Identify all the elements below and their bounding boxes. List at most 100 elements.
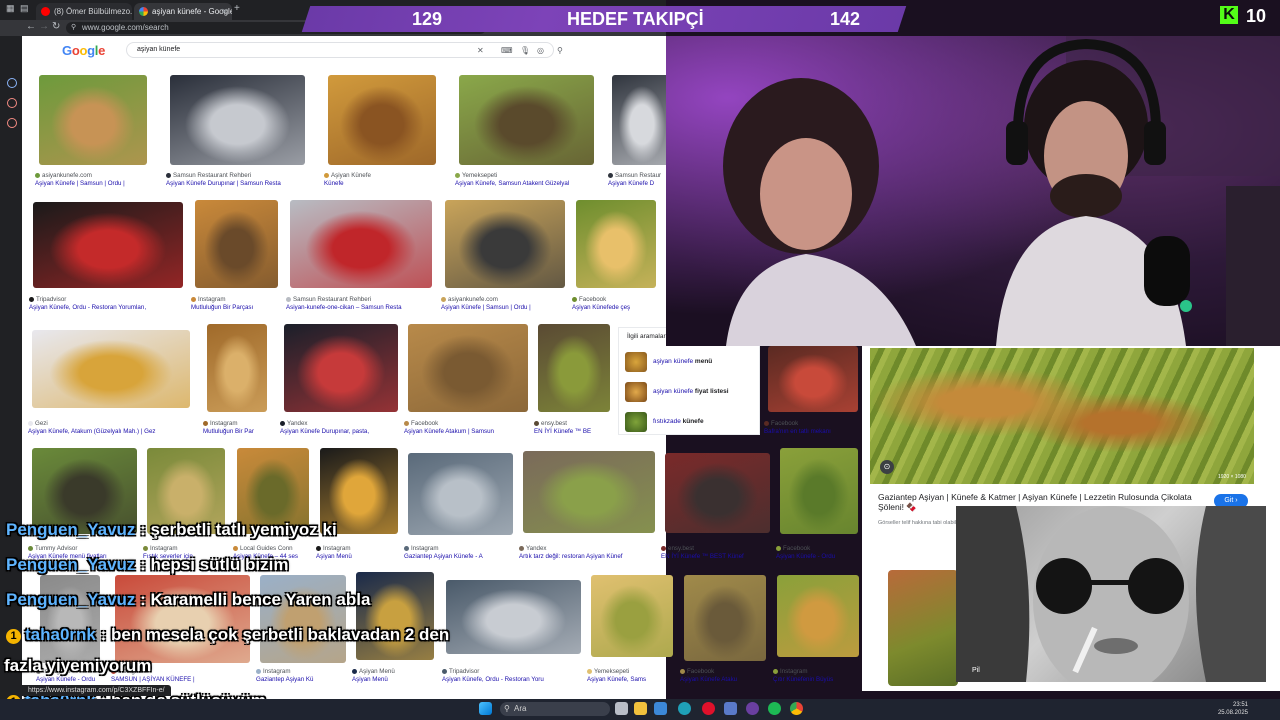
- image-result-caption[interactable]: Aşiyan Künefe Künefe: [324, 172, 444, 188]
- image-result-caption[interactable]: Instagram Çıtır Künefenin Büyüs: [773, 668, 867, 684]
- image-result-caption[interactable]: Facebook Aşiyan Künefe - Ordu: [776, 545, 866, 561]
- obs-icon[interactable]: [746, 702, 759, 715]
- image-result-thumbnail[interactable]: [207, 324, 267, 412]
- preview-related-image[interactable]: [888, 570, 958, 686]
- source-favicon-icon: [280, 420, 285, 426]
- task-view-icon[interactable]: [615, 702, 628, 715]
- start-icon[interactable]: [479, 702, 492, 715]
- image-result-thumbnail[interactable]: [328, 75, 436, 165]
- image-result-thumbnail[interactable]: [523, 451, 655, 533]
- sidebar-icon-3[interactable]: [7, 118, 17, 128]
- search-input[interactable]: aşiyan künefe ✕ ⌨ 🎙 ◎ ⚲: [126, 42, 563, 58]
- site-info-icon[interactable]: ⚲: [71, 22, 76, 34]
- spotify-icon[interactable]: [768, 702, 781, 715]
- tab-list-icon[interactable]: ▤: [20, 3, 29, 14]
- image-result-caption[interactable]: Samsun Restaurant Rehberi Aşiyan Künefe D…: [166, 172, 313, 188]
- edge-icon[interactable]: [678, 702, 691, 715]
- image-result-caption[interactable]: asiyankunefe.com Aşiyan Künefe | Samsun |…: [441, 296, 573, 312]
- image-result-thumbnail[interactable]: [408, 324, 528, 412]
- image-result-caption[interactable]: Instagram Gaziantep Aşiyan Künefe - A: [404, 545, 521, 561]
- store-icon[interactable]: [654, 702, 667, 715]
- microphone-icon[interactable]: 🎙: [520, 44, 530, 58]
- file-explorer-icon[interactable]: [634, 702, 647, 715]
- new-tab-icon[interactable]: +: [234, 3, 240, 14]
- related-item-price-list[interactable]: aşiyan künefe fiyat listesi: [625, 382, 755, 404]
- result-title: Aşiyan Künefe, Samsun Atakent Güzelyal: [455, 180, 570, 187]
- image-result-caption[interactable]: Gezi Aşiyan Künefe, Atakum (Güzelyalı Mah…: [28, 420, 198, 436]
- image-result-thumbnail[interactable]: [33, 202, 183, 288]
- image-result-caption[interactable]: Facebook Bafra'nın en tatlı mekanı: [764, 420, 866, 436]
- preview-image[interactable]: [870, 348, 1254, 484]
- image-result-caption[interactable]: Facebook Aşiyan Künefe Ataku: [680, 668, 774, 684]
- related-thumb: [625, 352, 647, 372]
- image-result-thumbnail[interactable]: [459, 75, 594, 165]
- lens-icon[interactable]: ⊙: [880, 460, 894, 474]
- image-result-caption[interactable]: Facebook Aşiyan Künefe Atakum | Samsun: [404, 420, 536, 436]
- image-result-thumbnail[interactable]: [445, 200, 565, 288]
- image-result-caption[interactable]: ensy.best EN İYİ Künefe ™ BE: [534, 420, 618, 436]
- result-source: Facebook: [764, 420, 866, 428]
- image-result-caption[interactable]: Facebook Aşiyan Künefede çeş: [572, 296, 664, 312]
- image-result-thumbnail[interactable]: [777, 575, 859, 657]
- system-clock[interactable]: 23:51 25.08.2025: [1218, 701, 1248, 717]
- image-result-thumbnail[interactable]: [538, 324, 610, 412]
- image-result-caption[interactable]: Aşiyan Menü Aşiyan Menü: [352, 668, 442, 684]
- image-result-thumbnail[interactable]: [284, 324, 398, 412]
- image-result-caption[interactable]: Yandex Aşiyan Künefe Durupınar, pasta,: [280, 420, 406, 436]
- keyboard-icon[interactable]: ⌨: [501, 44, 513, 58]
- image-result-caption[interactable]: Tripadvisor Aşiyan Künefe, Ordu - Restora…: [29, 296, 191, 312]
- image-result-caption[interactable]: Instagram Gaziantep Aşiyan Kü: [256, 668, 354, 684]
- related-item-menu[interactable]: aşiyan künefe menü: [625, 352, 755, 374]
- image-result-caption[interactable]: Instagram Aşiyan Menü: [316, 545, 406, 561]
- image-result-thumbnail[interactable]: [408, 453, 513, 535]
- image-result-thumbnail[interactable]: [780, 448, 858, 534]
- webcam-feed: [666, 36, 1280, 346]
- source-favicon-icon: [608, 172, 613, 178]
- camera-lens-icon[interactable]: ◎: [537, 44, 544, 58]
- image-result-caption[interactable]: Yandex Artık tarz değil: restoran Aşiyan …: [519, 545, 663, 561]
- image-result-thumbnail[interactable]: [195, 200, 278, 288]
- image-result-caption[interactable]: Yemeksepeti Aşiyan Künefe, Sams: [587, 668, 681, 684]
- opera-icon[interactable]: [702, 702, 715, 715]
- image-result-thumbnail[interactable]: [576, 200, 656, 288]
- search-icon[interactable]: ⚲: [557, 44, 563, 58]
- result-source: Instagram: [191, 296, 286, 304]
- close-tab-icon[interactable]: ✕: [221, 3, 228, 20]
- image-result-thumbnail[interactable]: [446, 580, 581, 654]
- image-result-thumbnail[interactable]: [32, 330, 190, 408]
- image-result-thumbnail[interactable]: [290, 200, 432, 288]
- forward-icon[interactable]: →: [39, 21, 49, 32]
- image-result-caption[interactable]: ensy.best EN İYİ Künefe ™ BEST Künef: [661, 545, 778, 561]
- source-favicon-icon: [28, 420, 33, 426]
- image-result-caption[interactable]: Instagram Mutluluğun Bir Parçası: [191, 296, 286, 312]
- image-result-caption[interactable]: Instagram Mutluluğun Bir Par: [203, 420, 275, 436]
- image-result-thumbnail[interactable]: [591, 575, 673, 657]
- clear-icon[interactable]: ✕: [477, 44, 484, 58]
- tab-youtube[interactable]: (8) Ömer Bülbülmezo...: [36, 3, 132, 20]
- sidebar-icon-2[interactable]: [7, 98, 17, 108]
- tab-google-search[interactable]: aşiyan künefe - Google'd... ✕: [134, 3, 232, 20]
- webcam-scene: [666, 36, 1280, 346]
- app-icon[interactable]: [724, 702, 737, 715]
- image-result-thumbnail[interactable]: [170, 75, 305, 165]
- image-result-caption[interactable]: asiyankunefe.com Aşiyan Künefe | Samsun |…: [35, 172, 155, 188]
- image-result-caption[interactable]: Samsun Restaurant Rehberi Asiyan-kunefe-o…: [286, 296, 440, 312]
- reload-icon[interactable]: ↻: [52, 21, 60, 32]
- google-logo[interactable]: Google: [62, 43, 105, 58]
- image-result-thumbnail[interactable]: [665, 453, 770, 533]
- related-item-fistikzade[interactable]: fıstıkzade künefe: [625, 412, 755, 434]
- sidebar-icon-1[interactable]: [7, 78, 17, 88]
- taskbar-search[interactable]: ⚲ Ara: [500, 702, 610, 716]
- menu-icon[interactable]: ▦: [6, 3, 15, 14]
- result-source: Instagram: [404, 545, 521, 553]
- image-result-thumbnail[interactable]: [768, 346, 858, 412]
- back-icon[interactable]: ←: [26, 21, 36, 32]
- chrome-icon[interactable]: [790, 702, 803, 715]
- source-favicon-icon: [534, 420, 539, 426]
- image-result-thumbnail[interactable]: [39, 75, 147, 165]
- image-result-thumbnail[interactable]: [684, 575, 766, 661]
- image-result-caption[interactable]: Yemeksepeti Aşiyan Künefe, Samsun Atakent…: [455, 172, 602, 188]
- image-result-caption[interactable]: Tripadvisor Aşiyan Künefe, Ordu - Restora…: [442, 668, 589, 684]
- image-result-thumbnail[interactable]: [612, 75, 672, 165]
- result-title: Aşiyan Menü: [316, 553, 352, 560]
